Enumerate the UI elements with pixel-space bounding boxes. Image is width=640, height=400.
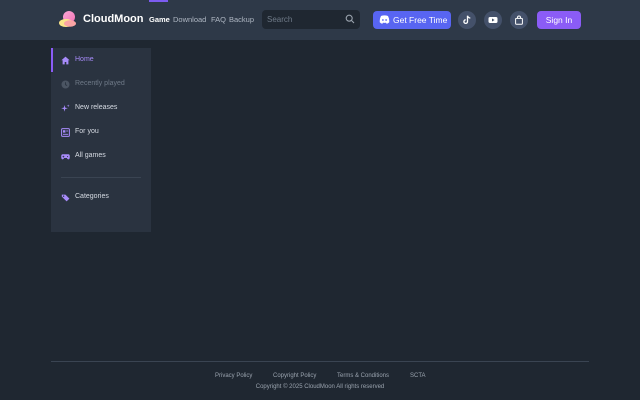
sidebar-item-label: For you	[75, 128, 99, 135]
nav-download[interactable]: Download	[173, 15, 206, 24]
tag-icon	[61, 194, 70, 202]
shopping-bag-icon	[515, 15, 523, 25]
sidebar-item-for-you[interactable]: For you	[51, 120, 151, 144]
sidebar-item-label: Recently played	[75, 80, 125, 87]
tiktok-button[interactable]	[458, 11, 476, 29]
tiktok-icon	[463, 15, 471, 25]
shop-button[interactable]	[510, 11, 528, 29]
search-icon[interactable]	[345, 14, 355, 24]
sidebar-item-home[interactable]: Home	[51, 48, 151, 72]
sidebar-item-label: Home	[75, 56, 94, 63]
youtube-icon	[488, 17, 498, 23]
sidebar-item-all-games[interactable]: All games	[51, 144, 151, 168]
sidebar-item-label: New releases	[75, 104, 118, 111]
clock-icon	[61, 80, 70, 89]
footer-divider	[51, 361, 589, 362]
footer-link-privacy[interactable]: Privacy Policy	[215, 373, 252, 379]
home-icon	[61, 56, 70, 65]
sign-in-button[interactable]: Sign In	[537, 11, 581, 29]
sidebar: Home Recently played New releases For yo…	[51, 48, 151, 232]
search-input[interactable]: Search	[262, 10, 360, 29]
footer-copyright: Copyright © 2025 CloudMoon All rights re…	[255, 384, 385, 390]
get-free-time-label: Get Free Time	[393, 15, 448, 25]
sidebar-item-new-releases[interactable]: New releases	[51, 96, 151, 120]
sparkle-icon	[61, 104, 70, 112]
top-header: CloudMoon Game Download FAQ Backup Searc…	[0, 0, 640, 40]
nav-faq[interactable]: FAQ	[211, 15, 226, 24]
cloudmoon-logo-icon[interactable]	[58, 10, 78, 28]
footer-link-scta[interactable]: SCTA	[410, 373, 426, 379]
get-free-time-button[interactable]: Get Free Time	[373, 11, 451, 29]
for-you-icon	[61, 128, 70, 137]
sidebar-item-label: All games	[75, 152, 106, 159]
sidebar-item-categories[interactable]: Categories	[51, 185, 151, 209]
search-placeholder: Search	[267, 15, 293, 24]
sidebar-item-label: Categories	[75, 193, 109, 200]
sign-in-label: Sign In	[545, 15, 573, 25]
brand-name[interactable]: CloudMoon	[83, 13, 143, 25]
footer-link-terms[interactable]: Terms & Conditions	[337, 373, 389, 379]
gamepad-icon	[61, 154, 70, 160]
active-nav-indicator	[149, 0, 168, 2]
sidebar-divider	[61, 177, 141, 178]
sidebar-item-recently-played[interactable]: Recently played	[51, 72, 151, 96]
footer-link-copyright[interactable]: Copyright Policy	[273, 373, 316, 379]
youtube-button[interactable]	[484, 11, 502, 29]
nav-backup[interactable]: Backup	[229, 15, 254, 24]
nav-game[interactable]: Game	[149, 15, 170, 24]
discord-icon	[379, 15, 390, 24]
